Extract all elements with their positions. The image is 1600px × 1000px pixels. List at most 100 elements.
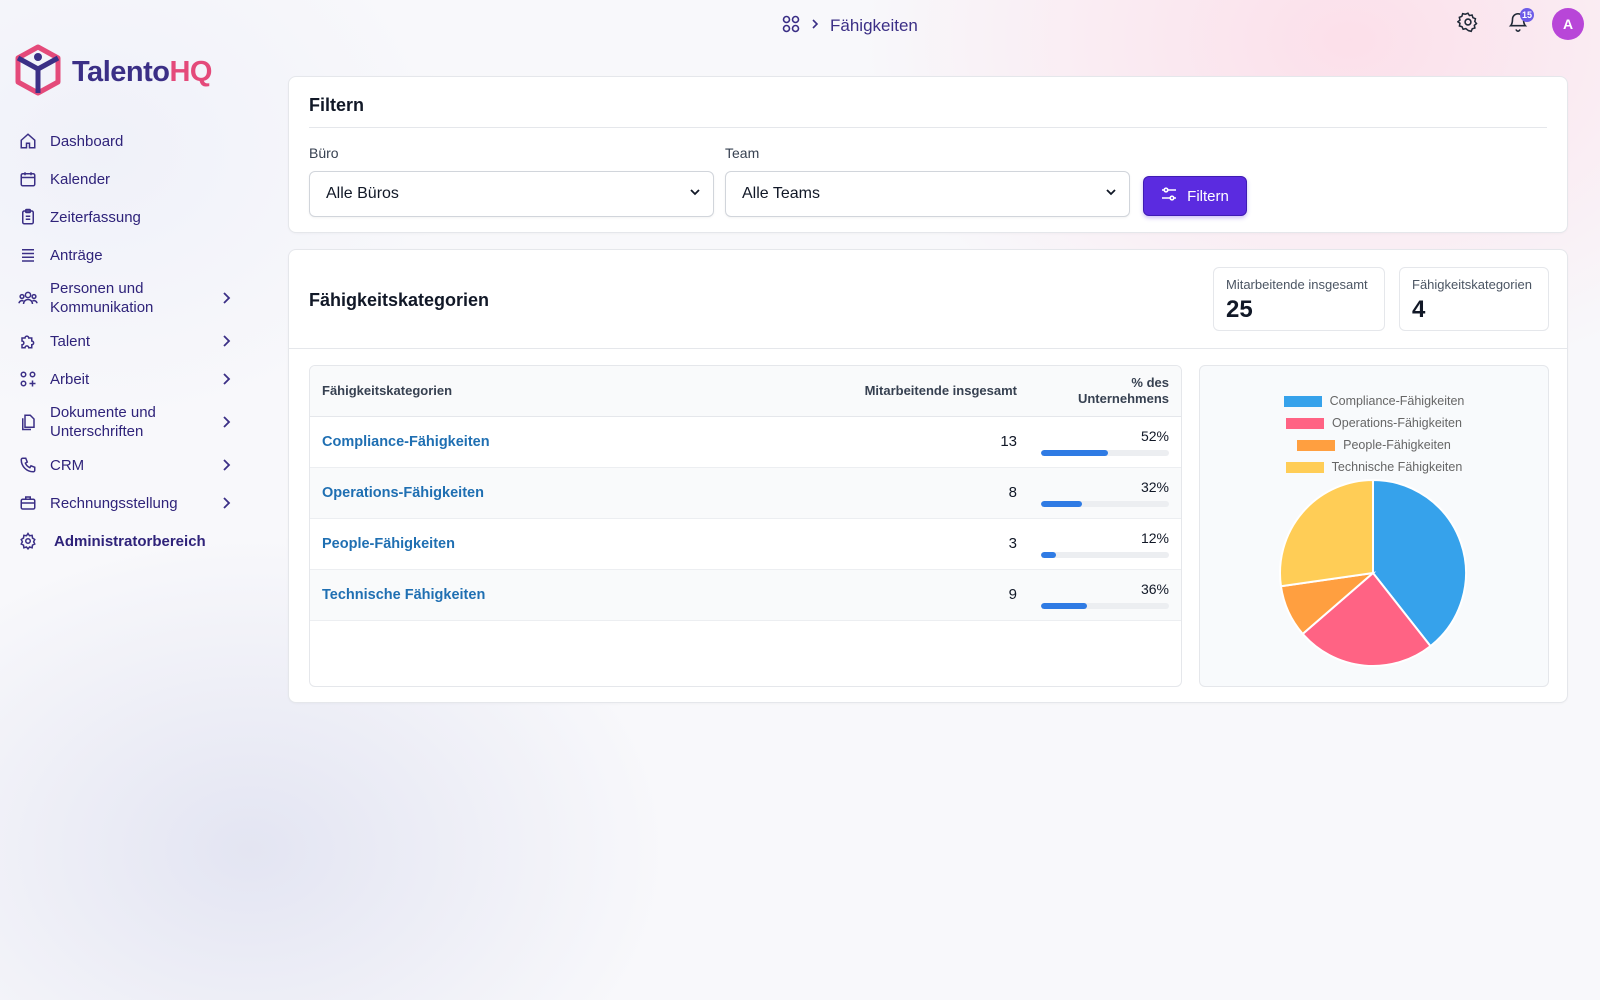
legend-swatch [1297,439,1336,451]
divider [309,127,1547,128]
divider [289,348,1567,349]
puzzle-icon [18,331,38,351]
topbar-actions: 15 A [1452,8,1584,40]
team-label: Team [725,145,760,161]
category-link[interactable]: Technische Fähigkeiten [322,587,485,603]
sidebar-item-kalender[interactable]: Kalender [14,162,250,196]
chevron-right-icon [218,290,234,306]
cell-category: Technische Fähigkeiten [310,569,769,621]
home-icon [18,131,38,151]
sidebar-item-dashboard[interactable]: Dashboard [14,124,250,158]
clipboard-icon [18,207,38,227]
skills-pie-chart: Compliance-Fähigkeiten Operations-Fähigke… [1199,365,1549,687]
category-link[interactable]: Compliance-Fähigkeiten [322,434,490,450]
chevron-down-icon [1105,185,1117,203]
progress-bar [1041,449,1169,456]
cell-category: Operations-Fähigkeiten [310,467,769,519]
notifications-button[interactable]: 15 [1502,8,1534,40]
filter-button[interactable]: Filtern [1143,176,1247,216]
gear-icon [1456,11,1479,38]
percent-label: 32% [1140,478,1169,495]
legend-item[interactable]: Compliance-Fähigkeiten [1200,390,1548,412]
briefcase-icon [18,493,38,513]
breadcrumb-current: Fähigkeiten [830,16,918,35]
progress-bar-fill [1041,500,1082,507]
filter-button-label: Filtern [1187,187,1229,205]
apps-grid-icon[interactable] [782,15,800,38]
avatar[interactable]: A [1552,8,1584,40]
cell-count: 13 [769,416,1029,468]
team-select[interactable]: Alle Teams [725,171,1130,217]
sidebar-item-antraege[interactable]: Anträge [14,238,250,272]
stat-skill-categories: Fähigkeitskategorien 4 [1399,267,1549,331]
cell-percent: 36% [1029,569,1181,621]
progress-bar [1041,500,1169,507]
sidebar-item-zeiterfassung[interactable]: Zeiterfassung [14,200,250,234]
sliders-icon [1161,187,1177,205]
table-body: Compliance-Fähigkeiten 13 52% Operations-Fä… [310,416,1181,621]
cell-category: Compliance-Fähigkeiten [310,416,769,468]
cell-category: People-Fähigkeiten [310,518,769,570]
column-header-count[interactable]: Mitarbeitende insgesamt [769,366,1029,417]
legend-item[interactable]: People-Fähigkeiten [1200,434,1548,456]
category-link[interactable]: Operations-Fähigkeiten [322,485,484,501]
team-filter-group: Team Alle Teams [725,145,1130,217]
breadcrumb: Fähigkeiten [782,15,918,38]
column-header-percent[interactable]: % des Unternehmens [1029,366,1181,417]
stat-value: 25 [1226,296,1253,323]
stat-label: Fähigkeitskategorien [1412,277,1532,292]
brand-name: TalentoHQ [72,55,212,88]
office-filter-group: Büro Alle Büros [309,145,714,217]
percent-label: 36% [1140,580,1169,597]
column-header-category[interactable]: Fähigkeitskategorien [310,366,769,417]
chevron-right-icon [218,333,234,349]
sidebar-item-arbeit[interactable]: Arbeit [14,362,250,396]
chevron-down-icon [689,185,701,203]
table-header-row: Fähigkeitskategorien Mitarbeitende insge… [310,366,1181,417]
team-select-value: Alle Teams [742,185,820,202]
table-row[interactable]: Compliance-Fähigkeiten 13 52% [310,416,1181,468]
stat-value: 4 [1412,296,1426,323]
legend-item[interactable]: Operations-Fähigkeiten [1200,412,1548,434]
settings-button[interactable] [1452,8,1484,40]
sidebar-item-rechnungsstellung[interactable]: Rechnungsstellung [14,486,250,520]
cell-percent: 52% [1029,416,1181,468]
office-select[interactable]: Alle Büros [309,171,714,217]
progress-bar [1041,602,1169,609]
people-icon [18,288,38,308]
chart-legend: Compliance-Fähigkeiten Operations-Fähigke… [1200,390,1548,478]
table-row[interactable]: People-Fähigkeiten 3 12% [310,518,1181,570]
documents-icon [18,412,38,432]
cube-logo-icon [14,44,62,101]
grid-plus-icon [18,369,38,389]
notification-badge: 15 [1519,8,1534,22]
cell-percent: 12% [1029,518,1181,570]
stat-total-employees: Mitarbeitende insgesamt 25 [1213,267,1385,331]
sidebar: TalentoHQ Dashboard Kalender Zeiterfassu… [14,44,250,562]
sidebar-item-crm[interactable]: CRM [14,448,250,482]
brand-logo[interactable]: TalentoHQ [14,44,250,100]
pie-slice[interactable] [1279,478,1374,588]
category-link[interactable]: People-Fähigkeiten [322,536,455,552]
legend-label: People-Fähigkeiten [1343,438,1451,452]
office-select-value: Alle Büros [326,185,399,202]
sidebar-item-personen[interactable]: Personen und Kommunikation [14,276,250,320]
legend-swatch [1283,395,1322,407]
chevron-right-icon [218,371,234,387]
percent-label: 12% [1140,529,1169,546]
legend-label: Technische Fähigkeiten [1331,460,1463,474]
sidebar-item-talent[interactable]: Talent [14,324,250,358]
chevron-right-icon [810,17,820,35]
skill-categories-title: Fähigkeitskategorien [309,290,490,310]
sidebar-item-administratorbereich[interactable]: Administratorbereich [14,524,250,558]
phone-icon [18,455,38,475]
cell-count: 8 [769,467,1029,519]
list-icon [18,245,38,265]
office-label: Büro [309,145,339,161]
table-row[interactable]: Operations-Fähigkeiten 8 32% [310,467,1181,519]
legend-swatch [1286,417,1325,429]
stat-label: Mitarbeitende insgesamt [1226,277,1368,292]
legend-item[interactable]: Technische Fähigkeiten [1200,456,1548,478]
sidebar-item-dokumente[interactable]: Dokumente und Unterschriften [14,400,250,444]
table-row[interactable]: Technische Fähigkeiten 9 36% [310,569,1181,621]
